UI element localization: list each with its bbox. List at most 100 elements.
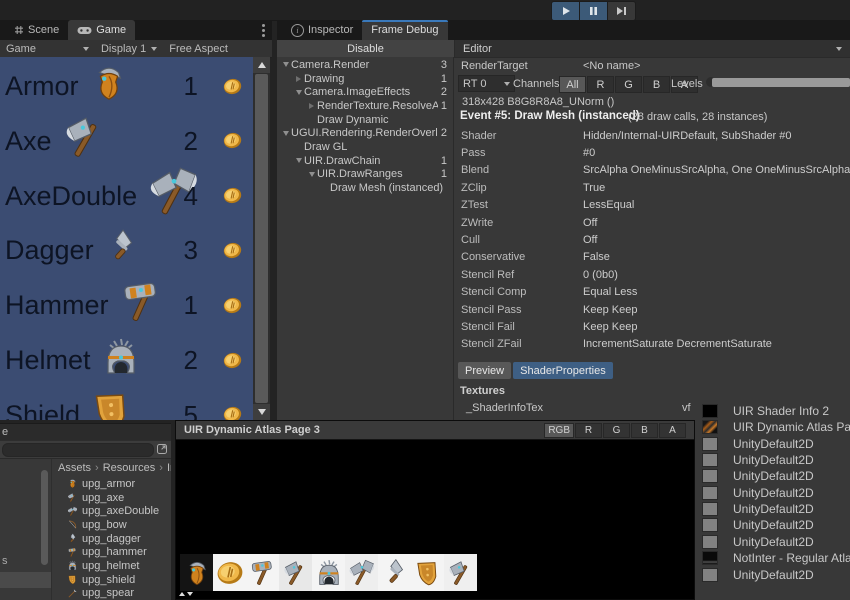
atlas-window-header[interactable]: UIR Dynamic Atlas Page 3 RGBRGBA (176, 421, 694, 440)
texture-row[interactable]: UIR Shader Info 2 (697, 403, 829, 419)
scrollbar-thumb[interactable] (255, 74, 268, 403)
tab-scene[interactable]: Scene (5, 20, 68, 40)
texture-row[interactable]: UnityDefault2D (697, 452, 814, 468)
aspect-dropdown[interactable]: Free Aspect (163, 40, 234, 57)
frame-event-row[interactable]: Draw Mesh (instanced) (277, 181, 453, 195)
project-file-row[interactable]: upg_axe (52, 491, 171, 505)
hammer-icon (118, 278, 166, 326)
texture-row[interactable]: UnityDefault2D (697, 485, 814, 501)
project-folder-tree[interactable]: s (0, 459, 52, 600)
scroll-down-button[interactable] (253, 404, 270, 420)
editor-dropdown[interactable]: Editor (455, 40, 850, 57)
pause-button[interactable] (580, 1, 608, 21)
event-label: Draw GL (304, 141, 444, 153)
game-scrollbar[interactable] (253, 57, 270, 420)
atlas-scroll-arrows[interactable] (179, 592, 193, 596)
tab-shaderproperties[interactable]: ShaderProperties (513, 362, 613, 379)
levels-slider[interactable] (712, 78, 850, 87)
texture-row[interactable]: UnityDefault2D (697, 567, 814, 583)
project-file-row[interactable]: upg_shield (52, 573, 171, 587)
rt-dropdown[interactable]: RT 0 (458, 75, 515, 92)
prop-label: Stencil Pass (457, 304, 583, 316)
popout-icon[interactable] (156, 443, 168, 455)
chevron-right-icon[interactable] (306, 103, 317, 109)
channel-r[interactable]: R (587, 76, 614, 93)
game-view: Armor1Axe2AxeDouble4Dagger3Hammer1Helmet… (0, 57, 270, 420)
frame-event-row[interactable]: RenderTexture.ResolveA1 (277, 99, 453, 113)
channel-b[interactable]: B (643, 76, 670, 93)
tab-frame-debug[interactable]: Frame Debug (362, 20, 447, 40)
breadcrumb-item[interactable]: Resources (103, 462, 156, 474)
game-item-row[interactable]: Axe2 (0, 114, 253, 169)
project-file-row[interactable]: upg_hammer (52, 545, 171, 559)
breadcrumb-item[interactable]: Assets (58, 462, 91, 474)
texture-row[interactable]: UnityDefault2D (697, 501, 814, 517)
atlas-sprite (180, 554, 213, 591)
event-label: UIR.DrawChain (304, 155, 438, 167)
game-mode-dropdown[interactable]: Game (0, 40, 95, 57)
search-input[interactable] (2, 443, 154, 457)
chevron-down-icon[interactable] (280, 62, 291, 67)
frame-event-row[interactable]: Drawing1 (277, 72, 453, 86)
play-button[interactable] (551, 1, 580, 21)
texture-row[interactable]: UnityDefault2D (697, 534, 814, 550)
folder-label-fragment: s (2, 555, 8, 567)
selected-folder-row[interactable] (0, 572, 51, 588)
game-item-row[interactable]: Armor1 (0, 59, 253, 114)
channel-r[interactable]: R (575, 423, 602, 438)
event-count: 1 (441, 168, 447, 180)
project-file-row[interactable]: upg_helmet (52, 559, 171, 573)
tree-scrollbar-thumb[interactable] (41, 470, 48, 565)
chevron-down-icon[interactable] (306, 172, 317, 177)
project-file-row[interactable]: upg_axeDouble (52, 504, 171, 518)
item-label: AxeDouble (5, 181, 137, 212)
channel-g[interactable]: G (615, 76, 642, 93)
project-file-row[interactable]: upg_armor (52, 477, 171, 491)
frame-event-row[interactable]: Camera.Render3 (277, 58, 453, 72)
breadcrumb-item[interactable]: In (167, 462, 171, 474)
tab-preview[interactable]: Preview (458, 362, 511, 379)
game-item-row[interactable]: Dagger3 (0, 223, 253, 278)
project-file-row[interactable]: upg_dagger (52, 532, 171, 546)
texture-row[interactable]: UnityDefault2D (697, 517, 814, 533)
texture-row[interactable]: UnityDefault2D (697, 436, 814, 452)
frame-event-row[interactable]: UIR.DrawChain1 (277, 154, 453, 168)
texture-row[interactable]: UnityDefault2D (697, 468, 814, 484)
frame-event-row[interactable]: Camera.ImageEffects2 (277, 85, 453, 99)
tab-game[interactable]: Game (68, 20, 135, 40)
tab-scene-label: Scene (28, 24, 59, 36)
step-button[interactable] (608, 1, 636, 21)
chevron-down-icon[interactable] (293, 158, 304, 163)
event-stats: (28 draw calls, 28 instances) (628, 111, 767, 123)
frame-event-row[interactable]: Draw GL (277, 140, 453, 154)
project-tab-strip[interactable]: e (0, 424, 171, 440)
texture-name: UnityDefault2D (733, 502, 814, 516)
channel-g[interactable]: G (603, 423, 630, 438)
scroll-up-button[interactable] (253, 57, 270, 73)
game-item-row[interactable]: Hammer1 (0, 278, 253, 333)
buffer-info: 318x428 B8G8R8A8_UNorm () (462, 96, 614, 108)
display-dropdown[interactable]: Display 1 (95, 40, 163, 57)
game-item-row[interactable]: Helmet2 (0, 333, 253, 388)
texture-row[interactable]: UIR Dynamic Atlas Page (697, 419, 850, 435)
chevron-down-icon[interactable] (293, 90, 304, 95)
file-name: upg_axe (82, 492, 124, 504)
frame-event-row[interactable]: Draw Dynamic (277, 113, 453, 127)
channel-b[interactable]: B (631, 423, 658, 438)
project-file-row[interactable]: upg_bow (52, 518, 171, 532)
game-item-row[interactable]: Shield5 (0, 388, 253, 420)
kebab-menu-icon[interactable] (262, 24, 266, 37)
frame-event-row[interactable]: UIR.DrawRanges1 (277, 168, 453, 182)
chevron-down-icon[interactable] (280, 131, 291, 136)
channel-a[interactable]: A (659, 423, 686, 438)
project-file-row[interactable]: upg_spear (52, 587, 171, 600)
game-item-row[interactable]: AxeDouble4 (0, 169, 253, 224)
texture-row[interactable]: NotInter - Regular Atlas (697, 550, 850, 566)
shield-icon (67, 574, 78, 585)
tab-inspector[interactable]: i Inspector (282, 20, 362, 40)
channel-rgb[interactable]: RGB (544, 423, 574, 438)
channel-all[interactable]: All (559, 76, 586, 93)
disable-button[interactable]: Disable (277, 40, 455, 57)
frame-event-row[interactable]: UGUI.Rendering.RenderOverla2 (277, 126, 453, 140)
chevron-right-icon[interactable] (293, 76, 304, 82)
